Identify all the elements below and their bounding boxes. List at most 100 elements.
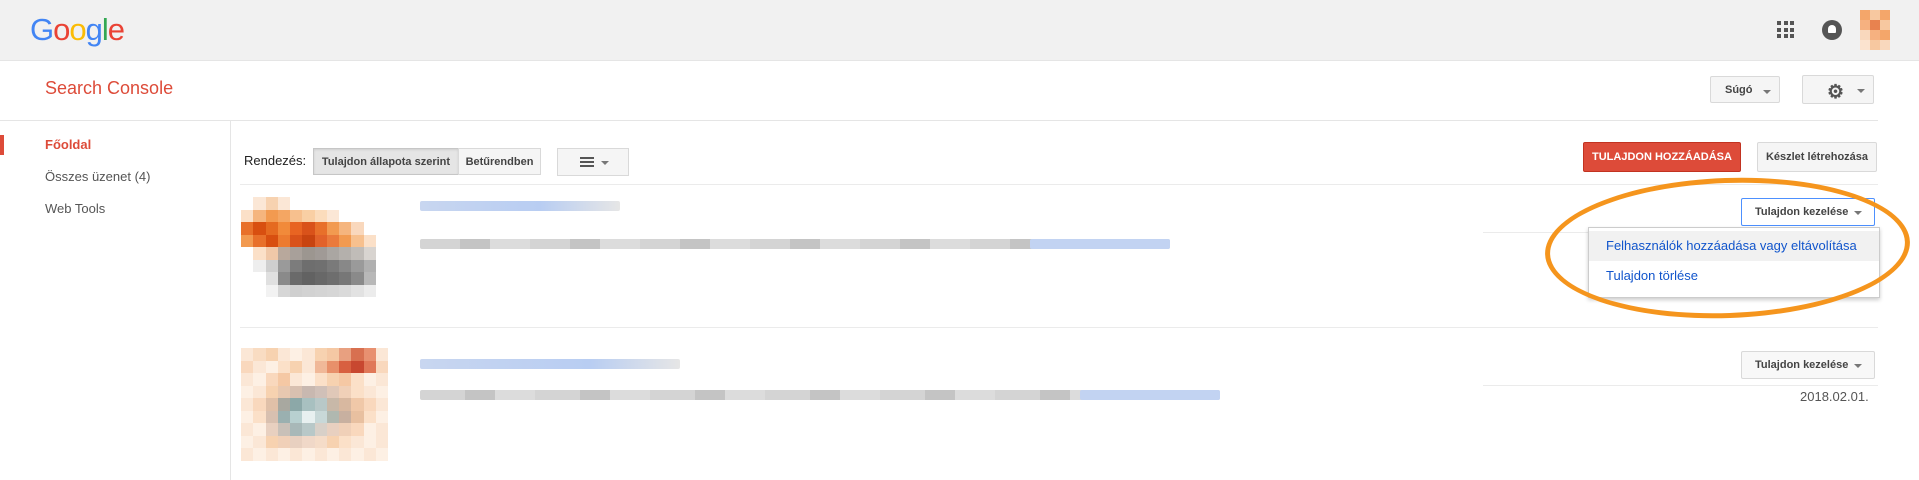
add-property-button[interactable]: TULAJDON HOZZÁADÁSA — [1583, 142, 1741, 172]
pixel — [253, 410, 266, 424]
pixel — [277, 234, 290, 248]
pixel — [326, 222, 339, 235]
pixel — [302, 348, 315, 361]
pixel — [339, 259, 352, 273]
product-title[interactable]: Search Console — [45, 78, 173, 99]
pixel — [290, 259, 303, 273]
pixel — [1870, 10, 1880, 20]
pixel — [326, 297, 339, 310]
pixel — [241, 410, 254, 424]
pixel — [241, 272, 254, 285]
pixel — [375, 197, 388, 210]
pixel — [351, 209, 364, 223]
pixel — [302, 385, 315, 399]
property-url[interactable] — [420, 359, 680, 369]
pixel — [375, 360, 388, 374]
sidebar-item-home[interactable]: Főoldal — [45, 137, 91, 152]
pixel — [363, 410, 376, 424]
annotation-ellipse — [1542, 171, 1913, 325]
pixel — [314, 272, 327, 285]
pixel — [314, 373, 327, 386]
pixel — [314, 348, 327, 361]
pixel — [326, 272, 339, 285]
pixel — [351, 234, 364, 248]
pixel — [363, 209, 376, 223]
pixel — [339, 234, 352, 248]
pixel — [241, 297, 254, 310]
chevron-down-icon — [1763, 90, 1771, 94]
chevron-down-icon — [1857, 89, 1865, 93]
pixel — [339, 272, 352, 285]
pixel — [326, 259, 339, 273]
pixel — [314, 234, 327, 248]
pixel — [302, 247, 315, 260]
manage-property-label: Tulajdon kezelése — [1755, 359, 1849, 371]
pixel — [339, 247, 352, 260]
property-url[interactable] — [420, 201, 620, 211]
help-button[interactable]: Súgó — [1710, 76, 1780, 103]
pixel — [351, 297, 364, 310]
pixel — [375, 398, 388, 411]
pixel — [339, 373, 352, 386]
apps-grid-icon[interactable] — [1777, 21, 1794, 38]
pixel — [363, 348, 376, 361]
property-thumbnail[interactable] — [241, 348, 388, 461]
avatar[interactable] — [1860, 10, 1890, 50]
pixel — [253, 209, 266, 223]
pixel — [375, 284, 388, 298]
pixel — [314, 284, 327, 298]
sort-alphabetical-button[interactable]: Betűrendben — [458, 148, 541, 175]
pixel — [265, 222, 278, 235]
pixel — [326, 284, 339, 298]
pixel — [314, 222, 327, 235]
pixel — [314, 448, 327, 461]
sidebar-item-web-tools[interactable]: Web Tools — [45, 201, 105, 216]
chevron-down-icon — [601, 161, 609, 165]
pixel — [1860, 40, 1870, 50]
pixel — [363, 234, 376, 248]
pixel — [290, 297, 303, 310]
pixel — [363, 222, 376, 235]
property-link[interactable] — [1080, 390, 1220, 400]
pixel — [326, 448, 339, 461]
create-set-button[interactable]: Készlet létrehozása — [1757, 142, 1877, 172]
bell-icon[interactable] — [1822, 20, 1842, 40]
pixel — [1880, 40, 1890, 50]
pixel — [302, 423, 315, 436]
pixel — [326, 423, 339, 436]
pixel — [326, 209, 339, 223]
pixel — [351, 435, 364, 449]
pixel — [241, 398, 254, 411]
view-mode-button[interactable] — [557, 148, 629, 176]
sort-label: Rendezés: — [244, 153, 307, 168]
sidebar-item-messages[interactable]: Összes üzenet (4) — [45, 169, 151, 184]
pixel — [314, 435, 327, 449]
manage-property-button[interactable]: Tulajdon kezelése — [1741, 351, 1875, 379]
pixel — [253, 222, 266, 235]
pixel — [241, 435, 254, 449]
pixel — [265, 410, 278, 424]
pixel — [363, 373, 376, 386]
pixel — [375, 385, 388, 399]
pixel — [277, 360, 290, 374]
pixel — [253, 448, 266, 461]
pixel — [253, 385, 266, 399]
pixel — [265, 234, 278, 248]
pixel — [326, 348, 339, 361]
pixel — [1870, 40, 1880, 50]
google-logo[interactable]: Google — [30, 12, 125, 48]
pixel — [351, 373, 364, 386]
pixel — [375, 247, 388, 260]
row-divider — [240, 184, 1878, 185]
pixel — [253, 348, 266, 361]
sort-by-status-button[interactable]: Tulajdon állapota szerint — [313, 148, 459, 175]
settings-button[interactable]: ⚙ — [1802, 75, 1874, 104]
pixel — [265, 435, 278, 449]
pixel — [351, 385, 364, 399]
pixel — [351, 259, 364, 273]
pixel — [375, 348, 388, 361]
pixel — [326, 373, 339, 386]
property-thumbnail[interactable] — [241, 197, 388, 310]
pixel — [351, 448, 364, 461]
property-link[interactable] — [1030, 239, 1170, 249]
